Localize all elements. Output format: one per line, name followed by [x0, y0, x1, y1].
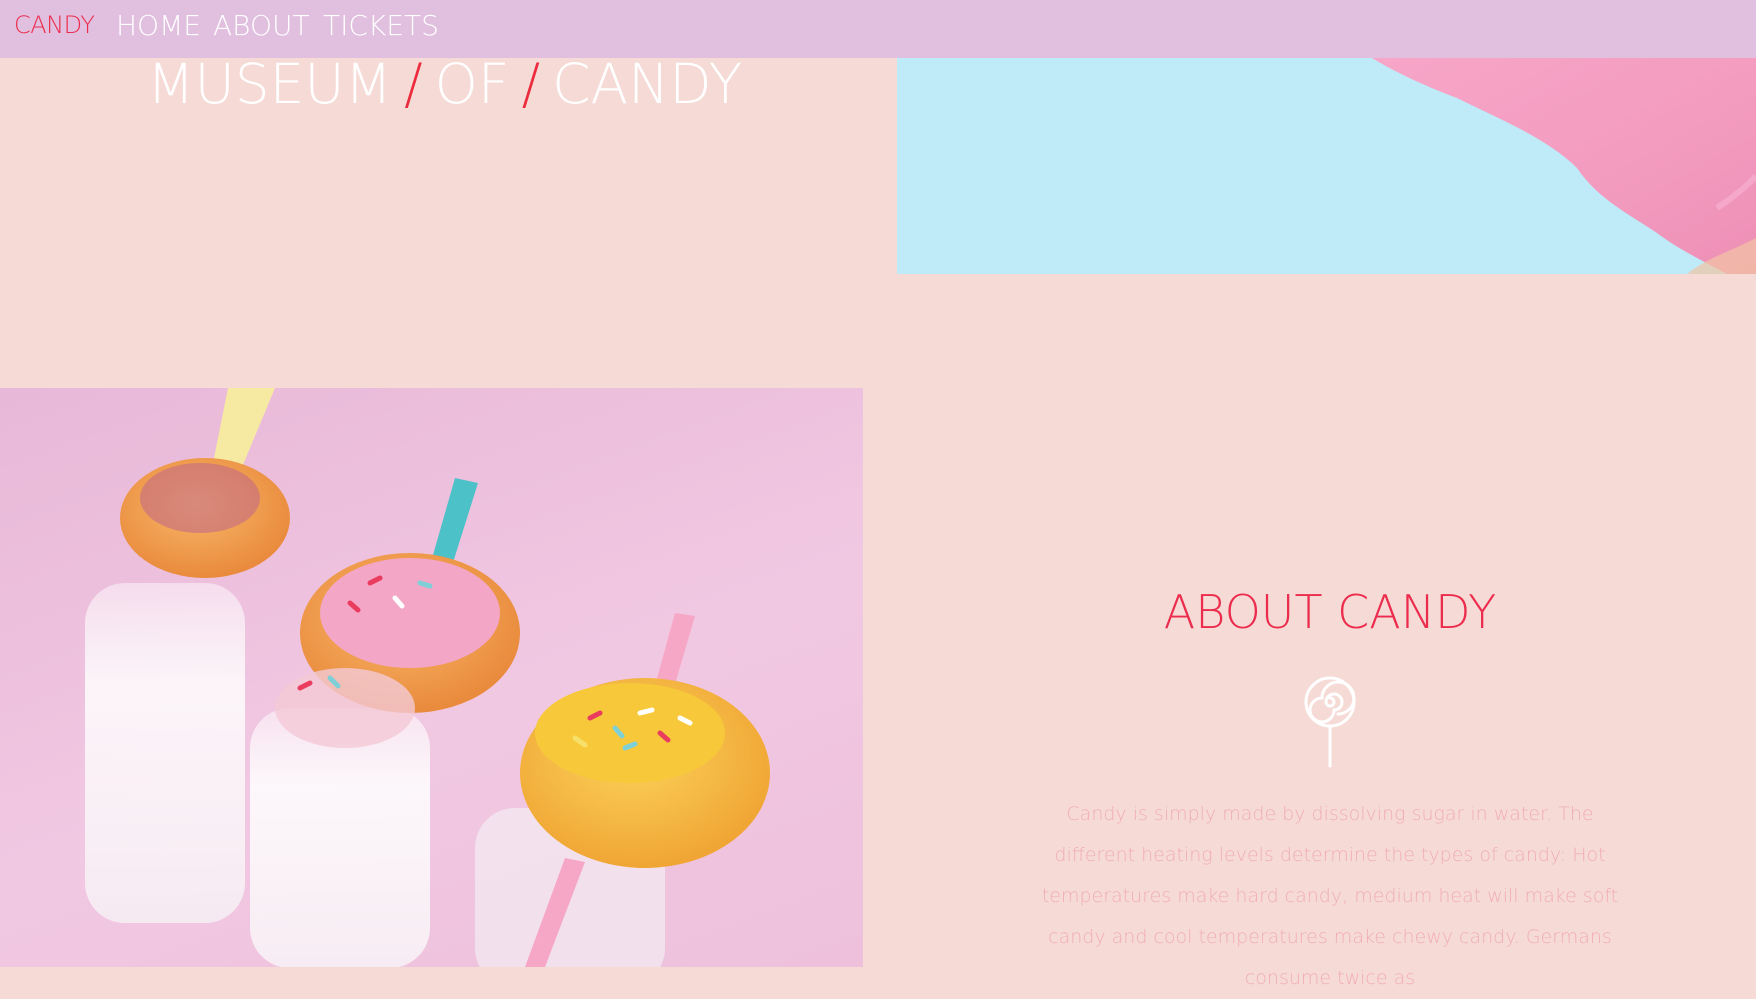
- nav-link-home[interactable]: HOME: [116, 9, 201, 42]
- about-description: Candy is simply made by dissolving sugar…: [1041, 803, 1619, 989]
- brand-logo-link[interactable]: CANDY: [14, 11, 95, 39]
- hero-title-separator: /: [521, 52, 541, 116]
- donuts-illustration: [85, 388, 770, 967]
- top-navbar: CANDY HOME ABOUT TICKETS: [0, 0, 1756, 58]
- hero-title: MUSEUM / OF / CANDY: [147, 52, 742, 116]
- donuts-milk-bottles-photo: [0, 388, 863, 967]
- hero-title-word-candy: CANDY: [552, 52, 743, 116]
- nav-link-tickets[interactable]: TICKETS: [323, 9, 439, 42]
- lollipop-icon: [1304, 676, 1356, 768]
- hero-title-word-of: OF: [434, 52, 510, 116]
- hero-title-word-museum: MUSEUM: [147, 52, 393, 116]
- hero-title-separator: /: [404, 52, 423, 116]
- about-section-title: ABOUT CANDY: [1163, 585, 1497, 639]
- hero-photo-pink-glove: [897, 58, 1756, 274]
- nav-link-about[interactable]: ABOUT: [213, 9, 310, 42]
- pink-glove-illustration: [1372, 58, 1756, 274]
